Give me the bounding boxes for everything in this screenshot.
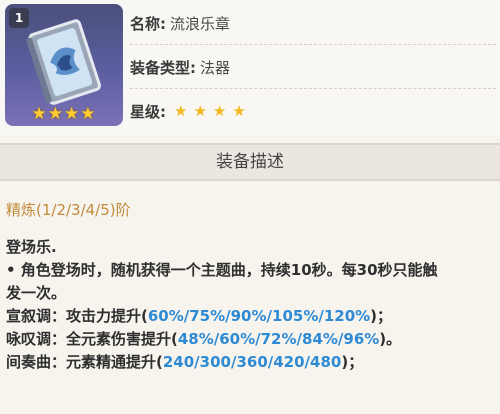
type-label: 装备类型: [130,58,196,77]
refine-label: 精炼(1/2/3/4/5)阶 [6,201,131,219]
desc-bullet-line: 发一次。 [6,284,67,302]
item-portrait: 1 ★★★★ [5,4,123,126]
name-row: 名称: 流浪乐章 [130,10,230,36]
divider [130,44,496,45]
level-label: 星级: [130,102,166,121]
effect-values: 240/300/360/420/480 [162,353,342,371]
type-value: 法器 [200,58,231,77]
desc-effect-line: 宣叙调：攻击力提升(60%/75%/90%/105%/120%)； [6,305,496,328]
effect-prefix: 咏叹调：全元素伤害提升( [6,330,178,348]
desc-effect-line: 咏叹调：全元素伤害提升(48%/60%/72%/84%/96%)。 [6,328,496,351]
desc-effect-line: 间奏曲：元素精通提升(240/300/360/420/480)； [6,351,496,374]
description: 登场乐. • 角色登场时，随机获得一个主题曲，持续10秒。每30秒只能触 发一次… [6,236,496,374]
effect-suffix: )； [341,353,364,371]
level-row: 星级: ★★★★ [130,98,252,124]
effect-prefix: 间奏曲：元素精通提升( [6,353,163,371]
level-stars: ★★★★ [174,102,252,120]
type-row: 装备类型: 法器 [130,54,230,80]
effect-suffix: )； [370,307,393,325]
desc-bullet-line: • 角色登场时，随机获得一个主题曲，持续10秒。每30秒只能触 [6,261,438,279]
desc-title: 登场乐. [6,238,57,256]
name-label: 名称: [130,14,166,33]
section-title: 装备描述 [0,143,500,181]
effect-values: 48%/60%/72%/84%/96% [177,330,380,348]
effect-suffix: )。 [379,330,402,348]
effect-prefix: 宣叙调：攻击力提升( [6,307,148,325]
effect-values: 60%/75%/90%/105%/120% [147,307,371,325]
name-value: 流浪乐章 [170,14,231,33]
divider [130,88,496,89]
rarity-stars: ★★★★ [31,104,97,124]
item-header: 1 ★★★★ 名称: 流浪乐章 装备类型: 法器 星级: ★★★★ [0,0,500,136]
catalyst-book-icon [26,19,102,105]
